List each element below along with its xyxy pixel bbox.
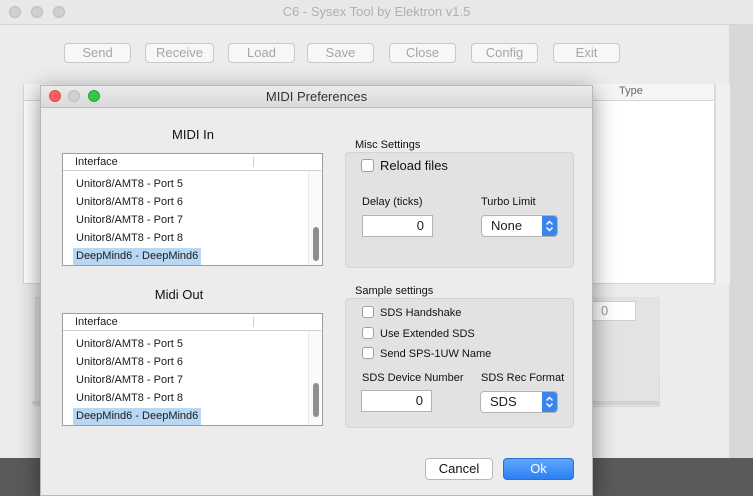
turbo-limit-value: None — [491, 218, 523, 233]
midi-out-row[interactable]: Unitor8/AMT8 - Port 7 — [73, 372, 186, 389]
exit-button[interactable]: Exit — [553, 43, 620, 63]
midi-out-row-selected[interactable]: DeepMind6 - DeepMind6 — [73, 408, 202, 425]
updown-arrows-icon — [542, 392, 557, 412]
midi-in-scrollbar[interactable] — [308, 171, 322, 265]
midi-out-scroll-thumb[interactable] — [313, 383, 319, 417]
midi-in-scroll-thumb[interactable] — [313, 227, 319, 261]
sds-rec-format-label: SDS Rec Format — [481, 372, 565, 384]
checkbox-box[interactable] — [362, 347, 374, 360]
checkbox-box[interactable] — [362, 306, 374, 319]
interface-header-label: Interface — [75, 316, 118, 328]
midi-out-title: Midi Out — [154, 287, 204, 302]
midi-in-row[interactable]: Unitor8/AMT8 - Port 5 — [73, 176, 186, 193]
sds-device-number-input[interactable]: 0 — [361, 390, 432, 412]
midi-out-list[interactable]: Interface Unitor8/AMT8 - Port 5 Unitor8/… — [62, 313, 323, 426]
midi-out-scrollbar[interactable] — [308, 331, 322, 425]
sds-rec-format-value: SDS — [490, 394, 517, 409]
extended-sds-label: Use Extended SDS — [380, 328, 475, 340]
sds-device-number-label: SDS Device Number — [362, 372, 464, 384]
checkbox-box[interactable] — [362, 327, 374, 340]
midi-out-row[interactable]: Unitor8/AMT8 - Port 8 — [73, 390, 186, 407]
type-column-header[interactable]: Type — [619, 85, 643, 97]
checkbox-box[interactable] — [361, 159, 374, 173]
midi-out-column-header[interactable]: Interface — [63, 314, 321, 331]
turbo-limit-label: Turbo Limit — [481, 196, 536, 208]
send-sps-name-checkbox[interactable]: Send SPS-1UW Name — [362, 346, 491, 362]
updown-arrows-icon — [542, 216, 557, 236]
midi-in-row[interactable]: Unitor8/AMT8 - Port 7 — [73, 212, 186, 229]
midi-in-column-header[interactable]: Interface — [63, 154, 321, 171]
midi-in-row[interactable]: Unitor8/AMT8 - Port 8 — [73, 230, 186, 247]
ok-button[interactable]: Ok — [503, 458, 574, 480]
column-separator — [253, 317, 254, 327]
main-table-scrollbar[interactable] — [715, 84, 730, 284]
main-window-title: C6 - Sysex Tool by Elektron v1.5 — [282, 4, 471, 19]
midi-in-title: MIDI In — [172, 127, 214, 142]
reload-files-checkbox[interactable]: Reload files — [361, 158, 448, 174]
turbo-limit-select[interactable]: None — [481, 215, 558, 237]
receive-button[interactable]: Receive — [145, 43, 214, 63]
save-button[interactable]: Save — [307, 43, 374, 63]
sds-rec-format-select[interactable]: SDS — [480, 391, 558, 413]
midi-in-row[interactable]: Unitor8/AMT8 - Port 6 — [73, 194, 186, 211]
midi-in-list[interactable]: Interface Unitor8/AMT8 - Port 5 Unitor8/… — [62, 153, 323, 266]
reload-files-label: Reload files — [380, 158, 448, 173]
misc-settings-title: Misc Settings — [355, 139, 421, 151]
dialog-title: MIDI Preferences — [265, 89, 368, 104]
main-value-field[interactable]: 0 — [590, 301, 636, 321]
close-button[interactable]: Close — [389, 43, 456, 63]
midi-in-row-selected[interactable]: DeepMind6 - DeepMind6 — [73, 248, 202, 265]
cancel-button[interactable]: Cancel — [425, 458, 493, 480]
send-button[interactable]: Send — [64, 43, 131, 63]
midi-out-row[interactable]: Unitor8/AMT8 - Port 6 — [73, 354, 186, 371]
load-button[interactable]: Load — [228, 43, 295, 63]
main-window-edge — [729, 24, 753, 458]
extended-sds-checkbox[interactable]: Use Extended SDS — [362, 326, 475, 342]
sample-settings-title: Sample settings — [355, 285, 434, 297]
config-button[interactable]: Config — [471, 43, 538, 63]
midi-preferences-dialog: MIDI Preferences MIDI In Interface Unito… — [40, 85, 593, 496]
column-separator — [253, 157, 254, 167]
sds-handshake-checkbox[interactable]: SDS Handshake — [362, 305, 461, 321]
interface-header-label: Interface — [75, 156, 118, 168]
delay-input[interactable]: 0 — [362, 215, 433, 237]
midi-out-row[interactable]: Unitor8/AMT8 - Port 5 — [73, 336, 186, 353]
sds-handshake-label: SDS Handshake — [380, 307, 462, 319]
delay-label: Delay (ticks) — [362, 196, 423, 208]
send-sps-name-label: Send SPS-1UW Name — [380, 348, 492, 360]
